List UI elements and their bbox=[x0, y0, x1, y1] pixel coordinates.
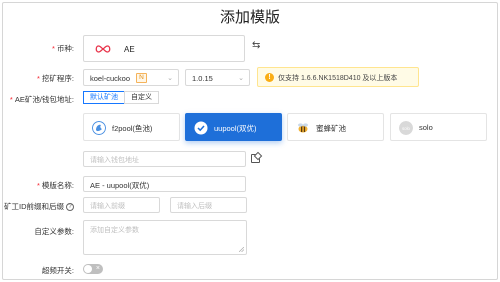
version-select[interactable]: 1.0.15 ⌄ bbox=[185, 69, 250, 86]
custom-params-label: 自定义参数: bbox=[34, 227, 74, 236]
bee-icon bbox=[298, 123, 308, 133]
coin-label: * 币种: bbox=[51, 44, 74, 53]
address-label: * AE矿池/钱包地址: bbox=[9, 95, 74, 104]
check-icon bbox=[194, 121, 208, 135]
ae-logo-icon bbox=[95, 45, 111, 53]
f2pool-fish-icon bbox=[92, 121, 106, 135]
page-title: 添加模版 bbox=[219, 9, 280, 26]
program-label: * 挖矿程序: bbox=[36, 74, 74, 83]
svg-text:solo: solo bbox=[402, 126, 410, 131]
pool-card-solo[interactable]: solo solo bbox=[390, 113, 487, 141]
custom-params-textarea[interactable]: 添加自定义参数 bbox=[83, 220, 247, 255]
tab-default-pool[interactable]: 默认矿池 bbox=[83, 91, 125, 104]
pool-card-uupool[interactable]: uupool(双优) bbox=[185, 113, 282, 141]
overclock-label: 超频开关: bbox=[41, 266, 74, 275]
warning-icon: ! bbox=[265, 73, 274, 82]
swap-icon[interactable]: ⇆ bbox=[252, 40, 260, 51]
pool-card-f2pool[interactable]: f2pool(鱼池) bbox=[83, 113, 180, 141]
resize-handle-icon[interactable] bbox=[239, 247, 244, 252]
coin-name: AE bbox=[124, 45, 135, 54]
version-warning: ! 仅支持 1.6.6.NK1518D410 及以上版本 bbox=[257, 67, 419, 87]
worker-id-label: 矿工ID前缀和后缀? bbox=[4, 201, 74, 212]
overclock-toggle[interactable]: × bbox=[83, 264, 103, 274]
wallet-address-input[interactable]: 请输入钱包地址 bbox=[83, 151, 246, 167]
suffix-input[interactable]: 请输入后缀 bbox=[170, 197, 247, 213]
dialog-frame bbox=[2, 2, 498, 280]
chevron-down-icon: ⌄ bbox=[167, 75, 173, 82]
close-icon: × bbox=[95, 265, 100, 272]
solo-icon: solo bbox=[399, 121, 413, 135]
new-badge: N bbox=[136, 73, 147, 83]
prefix-input[interactable]: 请输入前缀 bbox=[83, 197, 160, 213]
pool-card-bee[interactable]: 蜜蜂矿池 bbox=[287, 113, 384, 141]
edit-icon[interactable] bbox=[251, 154, 260, 163]
help-icon[interactable]: ? bbox=[66, 203, 74, 212]
template-name-label: * 模版名称: bbox=[36, 181, 74, 190]
program-select[interactable]: koel-cuckoo N ⌄ bbox=[83, 69, 179, 86]
chevron-down-icon: ⌄ bbox=[238, 75, 244, 82]
toggle-knob bbox=[84, 265, 92, 273]
tab-custom[interactable]: 自定义 bbox=[124, 91, 159, 104]
coin-select[interactable]: AE bbox=[83, 35, 245, 62]
template-name-input[interactable]: AE - uupool(双优) bbox=[83, 176, 246, 192]
